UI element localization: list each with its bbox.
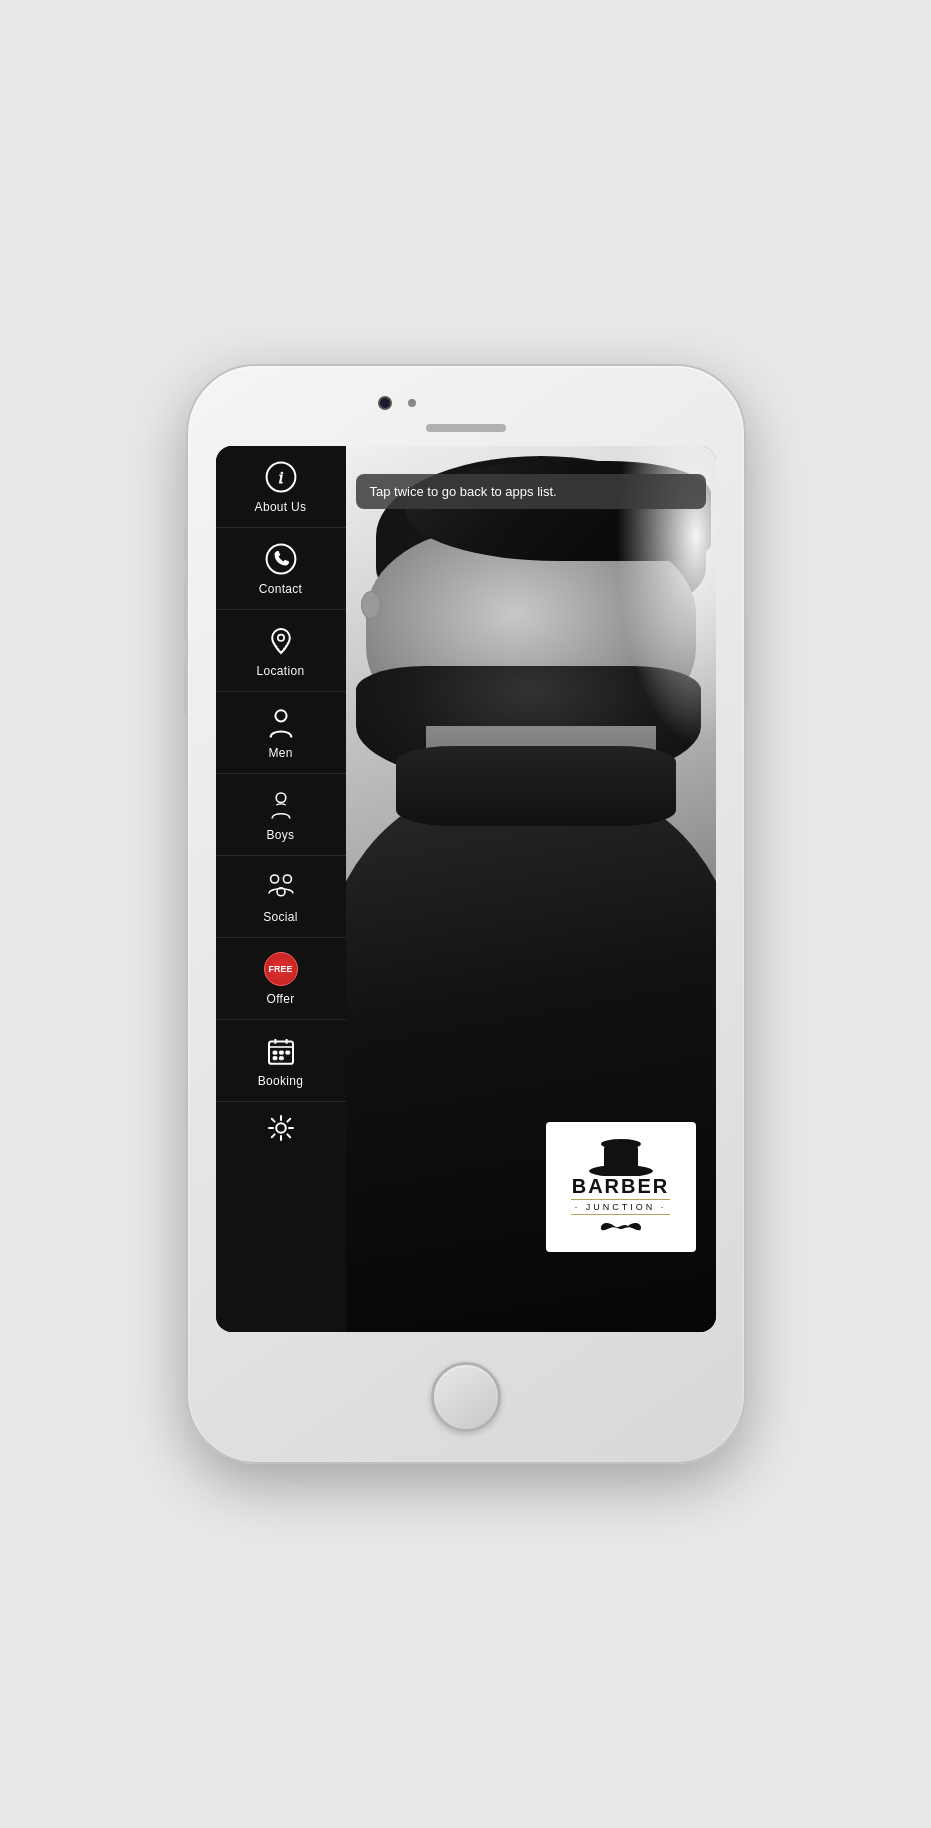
sidebar-label-boys: Boys [267, 828, 295, 842]
svg-point-18 [276, 1123, 286, 1133]
phone-speaker [426, 424, 506, 432]
location-icon [263, 623, 299, 659]
logo-junction-text: · JUNCTION · [571, 1199, 671, 1215]
svg-point-5 [276, 793, 286, 803]
booking-icon [263, 1033, 299, 1069]
logo-hat-icon [586, 1136, 656, 1176]
volume-mute-button[interactable] [184, 526, 188, 561]
svg-point-4 [275, 710, 286, 721]
home-button[interactable] [431, 1362, 501, 1432]
main-content: Tap twice to go back to apps list. BARBE… [346, 446, 716, 1332]
settings-icon [263, 1110, 299, 1146]
logo-barber-text: BARBER [572, 1176, 670, 1196]
sidebar-label-men: Men [268, 746, 292, 760]
logo-mustache-icon [596, 1218, 646, 1238]
boys-icon [263, 787, 299, 823]
sidebar-item-offer[interactable]: FREE Offer [216, 938, 346, 1020]
svg-point-2 [266, 545, 295, 574]
free-badge: FREE [264, 952, 298, 986]
men-icon [263, 705, 299, 741]
phone-screen: i About Us Contact [216, 446, 716, 1332]
svg-rect-17 [279, 1057, 283, 1060]
svg-rect-15 [285, 1051, 289, 1054]
barber-junction-logo: BARBER · JUNCTION · [546, 1122, 696, 1252]
sidebar-item-settings[interactable] [216, 1102, 346, 1159]
social-icon [263, 869, 299, 905]
phone-dot [408, 399, 416, 407]
svg-point-6 [270, 875, 278, 883]
volume-up-button[interactable] [184, 581, 188, 641]
svg-point-7 [283, 875, 291, 883]
sidebar-label-about-us: About Us [255, 500, 307, 514]
notification-text: Tap twice to go back to apps list. [370, 484, 557, 499]
svg-point-21 [601, 1139, 641, 1149]
svg-text:i: i [278, 467, 283, 487]
volume-down-button[interactable] [184, 656, 188, 716]
svg-rect-16 [273, 1057, 277, 1060]
power-button[interactable] [744, 616, 748, 706]
sidebar-item-about-us[interactable]: i About Us [216, 446, 346, 528]
sidebar-item-boys[interactable]: Boys [216, 774, 346, 856]
notification-banner: Tap twice to go back to apps list. [356, 474, 706, 509]
phone-frame: i About Us Contact [186, 364, 746, 1464]
svg-rect-13 [273, 1051, 277, 1054]
sidebar-label-contact: Contact [259, 582, 302, 596]
offer-icon: FREE [263, 951, 299, 987]
sidebar-item-social[interactable]: Social [216, 856, 346, 938]
sidebar-label-social: Social [263, 910, 297, 924]
info-icon: i [263, 459, 299, 495]
phone-camera [378, 396, 392, 410]
sidebar-item-men[interactable]: Men [216, 692, 346, 774]
sidebar-label-offer: Offer [267, 992, 295, 1006]
sidebar-nav: i About Us Contact [216, 446, 346, 1332]
sidebar-label-booking: Booking [258, 1074, 303, 1088]
phone-icon [263, 541, 299, 577]
sidebar-label-location: Location [257, 664, 305, 678]
sidebar-item-location[interactable]: Location [216, 610, 346, 692]
sidebar-item-contact[interactable]: Contact [216, 528, 346, 610]
svg-point-3 [277, 635, 283, 641]
sidebar-item-booking[interactable]: Booking [216, 1020, 346, 1102]
svg-rect-14 [279, 1051, 283, 1054]
